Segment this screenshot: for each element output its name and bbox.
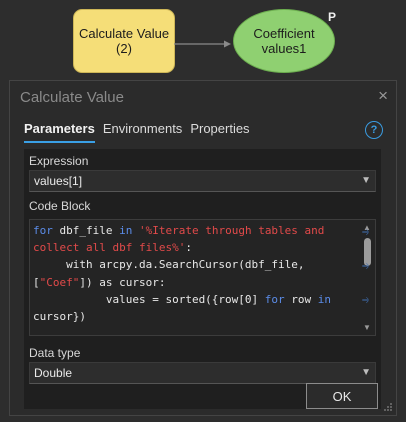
expression-label: Expression xyxy=(29,154,89,168)
variable-node-line1: Coefficient xyxy=(253,26,315,41)
code-token: dbf_file xyxy=(52,224,120,237)
tab-environments[interactable]: Environments xyxy=(103,121,182,143)
model-canvas[interactable]: Calculate Value (2) Coefficient values1 … xyxy=(0,0,406,80)
code-token: with arcpy.da.SearchCursor(dbf_file, xyxy=(33,258,305,272)
code-token: ]) as cursor: xyxy=(79,275,166,289)
scroll-down-icon[interactable]: ▼ xyxy=(363,323,371,332)
code-keyword: in xyxy=(317,292,332,306)
code-string: collect all dbf files%' xyxy=(33,241,186,255)
tab-parameters[interactable]: Parameters xyxy=(24,121,95,143)
code-string: "Coef" xyxy=(39,275,80,289)
code-token: cursor}) xyxy=(33,310,86,324)
code-keyword: in xyxy=(119,224,133,237)
code-line: ["Coef"]) as cursor: xyxy=(33,274,358,291)
close-icon[interactable]: × xyxy=(378,86,388,106)
help-icon[interactable]: ? xyxy=(365,121,383,139)
expression-input[interactable]: values[1] ▼ xyxy=(29,170,376,192)
code-line: for dbf_file in '%Iterate through tables… xyxy=(33,222,358,239)
code-keyword: for xyxy=(33,224,53,237)
dialog-header[interactable]: Calculate Value × xyxy=(10,81,396,113)
resize-grip-icon[interactable] xyxy=(383,402,393,412)
code-line: collect all dbf files%': xyxy=(33,239,358,256)
chevron-down-icon: ▼ xyxy=(361,367,371,378)
ok-button[interactable]: OK xyxy=(306,383,378,409)
chevron-down-icon: ▼ xyxy=(361,175,371,186)
parameter-badge: P xyxy=(328,10,337,24)
code-token: row xyxy=(284,292,318,306)
code-line: values = sorted({row[0] for row in xyxy=(33,291,358,308)
tool-node-line1: Calculate Value xyxy=(78,26,170,41)
code-token: [ xyxy=(33,275,40,289)
word-wrap-icon: ⥤ xyxy=(362,260,370,270)
connector-arrow xyxy=(174,40,231,48)
code-block-editor[interactable]: for dbf_file in '%Iterate through tables… xyxy=(29,219,376,336)
expression-value: values[1] xyxy=(34,174,83,188)
calculate-value-tool-node[interactable]: Calculate Value (2) xyxy=(73,9,175,73)
calculate-value-dialog: Calculate Value × Parameters Environment… xyxy=(9,80,397,416)
code-keyword: for xyxy=(264,292,285,306)
word-wrap-icon: ⥤ xyxy=(362,226,370,236)
code-token: values = sorted({row[0] xyxy=(33,292,265,306)
word-wrap-icon: ⥤ xyxy=(362,294,370,304)
code-block-label: Code Block xyxy=(29,199,91,213)
tab-properties[interactable]: Properties xyxy=(190,121,249,143)
coefficient-values-variable-node[interactable]: Coefficient values1 xyxy=(233,9,335,73)
code-token: : xyxy=(185,241,192,255)
code-line: cursor}) xyxy=(33,308,358,325)
parameters-panel: Expression values[1] ▼ Code Block for db… xyxy=(24,149,381,409)
dialog-tabs: Parameters Environments Properties xyxy=(24,121,250,143)
code-block-text: for dbf_file in '%Iterate through tables… xyxy=(33,222,358,325)
variable-node-line2: values1 xyxy=(261,41,307,56)
code-string: '%Iterate through tables and xyxy=(138,224,325,237)
data-type-select[interactable]: Double ▼ xyxy=(29,362,376,384)
tool-node-line2: (2) xyxy=(116,41,132,56)
data-type-value: Double xyxy=(34,366,73,380)
dialog-title: Calculate Value xyxy=(20,89,124,106)
code-line: with arcpy.da.SearchCursor(dbf_file, xyxy=(33,256,358,273)
data-type-label: Data type xyxy=(29,346,81,360)
